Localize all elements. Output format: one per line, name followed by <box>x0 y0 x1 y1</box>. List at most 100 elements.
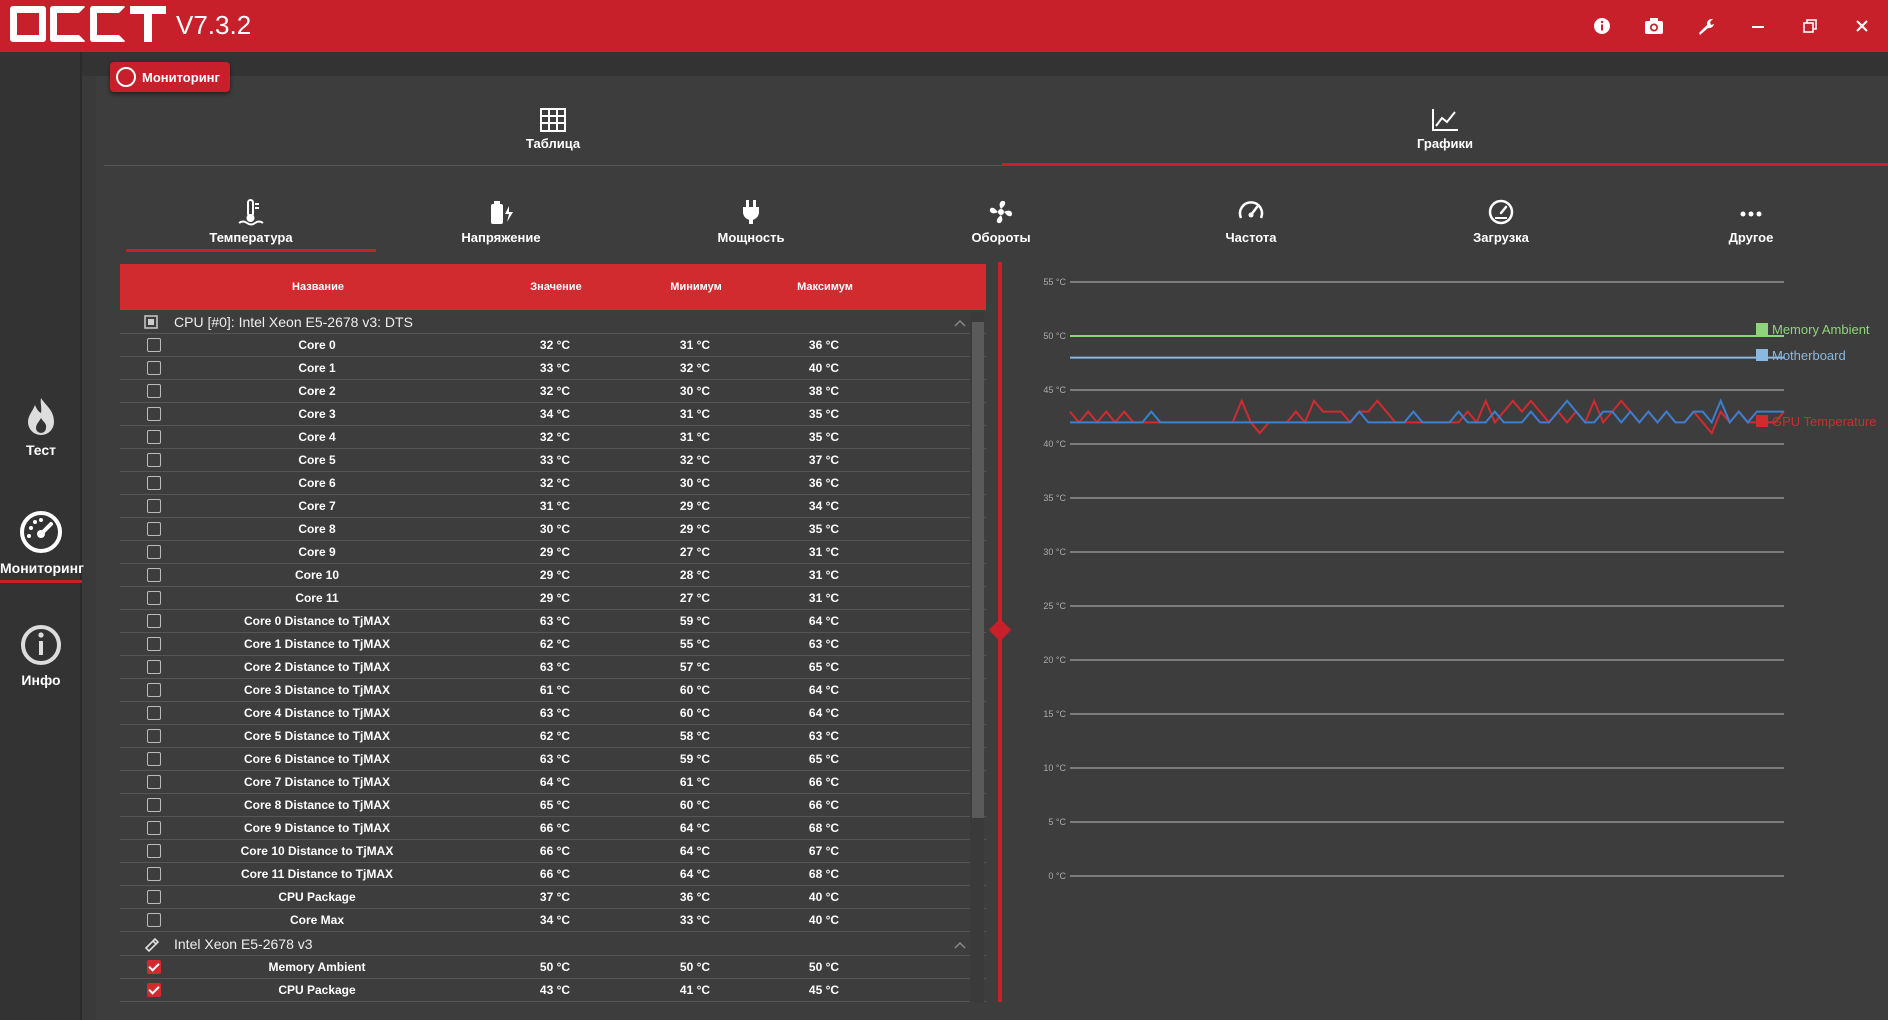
sensor-max: 64 °C <box>808 614 840 628</box>
sensor-max: 66 °C <box>808 798 840 812</box>
camera-icon[interactable] <box>1628 0 1680 52</box>
y-tick-label: 15 °C <box>1043 709 1066 719</box>
table-row[interactable]: Core 7 Distance to TjMAX 64 °C 61 °C 66 °C <box>120 771 986 794</box>
sensor-name: Core 3 <box>298 407 336 421</box>
sensor-name: Core 9 Distance to TjMAX <box>243 821 391 835</box>
table-row[interactable]: Core 9 29 °C 27 °C 31 °C <box>120 541 986 564</box>
wrench-icon[interactable] <box>1680 0 1732 52</box>
logo-letter-c2 <box>90 6 126 42</box>
tab-other[interactable]: Другое <box>1626 190 1876 252</box>
table-row[interactable]: Core 1 33 °C 32 °C 40 °C <box>120 357 986 380</box>
tab-table[interactable]: Таблица <box>104 96 1002 166</box>
table-row[interactable]: Core 5 33 °C 32 °C 37 °C <box>120 449 986 472</box>
sensor-min: 32 °C <box>679 361 711 375</box>
group-title: CPU [#0]: Intel Xeon E5-2678 v3: DTS <box>174 313 413 330</box>
group-header[interactable]: CPU [#0]: Intel Xeon E5-2678 v3: DTS <box>120 310 986 334</box>
sensor-name: Core 2 Distance to TjMAX <box>243 660 391 674</box>
legend-label[interactable]: Memory Ambient <box>1772 322 1870 337</box>
header-max[interactable]: Максимум <box>768 281 882 293</box>
sensor-value: 32 °C <box>539 384 571 398</box>
table-row[interactable]: Core 6 32 °C 30 °C 36 °C <box>120 472 986 495</box>
restore-button[interactable] <box>1784 0 1836 52</box>
sensor-name: Core 11 Distance to TjMAX <box>240 867 394 881</box>
info-icon[interactable] <box>1576 0 1628 52</box>
tab-temperature[interactable]: Температура <box>126 190 376 252</box>
nav-monitoring[interactable]: Мониторинг <box>0 510 84 583</box>
table-row[interactable]: Core 10 Distance to TjMAX 66 °C 64 °C 67 °C <box>120 840 986 863</box>
nav-test[interactable]: Тест <box>0 396 82 458</box>
table-row[interactable]: Core 7 31 °C 29 °C 34 °C <box>120 495 986 518</box>
tab-voltage-label: Напряжение <box>461 230 541 245</box>
table-row[interactable]: Core 4 32 °C 31 °C 35 °C <box>120 426 986 449</box>
row-checkbox[interactable] <box>147 960 161 974</box>
table-row[interactable]: Core 5 Distance to TjMAX 62 °C 58 °C 63 °C <box>120 725 986 748</box>
sensor-min: 31 °C <box>679 338 711 352</box>
table-scroll-thumb[interactable] <box>972 322 984 818</box>
sensor-name: Core Max <box>289 913 345 927</box>
header-name[interactable]: Название <box>148 281 488 293</box>
chevron-up-icon[interactable] <box>954 314 966 330</box>
sensor-max: 63 °C <box>808 729 840 743</box>
tab-frequency[interactable]: Частота <box>1126 190 1376 252</box>
table-row[interactable]: Core 0 32 °C 31 °C 36 °C <box>120 334 986 357</box>
legend-label[interactable]: GPU Temperature <box>1772 414 1877 429</box>
table-row[interactable]: Core 10 29 °C 28 °C 31 °C <box>120 564 986 587</box>
nav-info[interactable]: Инфо <box>0 624 82 688</box>
header-min[interactable]: Минимум <box>624 281 768 293</box>
sensor-min: 61 °C <box>679 775 711 789</box>
legend-icon <box>1756 349 1768 361</box>
sensor-min: 28 °C <box>679 568 711 582</box>
table-row[interactable]: Core 8 30 °C 29 °C 35 °C <box>120 518 986 541</box>
group-header[interactable]: Intel Xeon E5-2678 v3 <box>120 932 986 956</box>
table-row[interactable]: CPU Package 37 °C 36 °C 40 °C <box>120 886 986 909</box>
table-row[interactable]: Core 8 Distance to TjMAX 65 °C 60 °C 66 °C <box>120 794 986 817</box>
legend-label[interactable]: Motherboard <box>1772 348 1846 363</box>
sensor-min: 57 °C <box>679 660 711 674</box>
header-value[interactable]: Значение <box>488 281 624 293</box>
table-row[interactable]: Core 11 29 °C 27 °C 31 °C <box>120 587 986 610</box>
sensor-min: 30 °C <box>679 384 711 398</box>
table-row[interactable]: Core 3 34 °C 31 °C 35 °C <box>120 403 986 426</box>
table-row[interactable]: Core 4 Distance to TjMAX 63 °C 60 °C 64 °C <box>120 702 986 725</box>
table-row[interactable]: CPU Package 43 °C 41 °C 45 °C <box>120 979 986 1002</box>
table-row[interactable]: Core 2 32 °C 30 °C 38 °C <box>120 380 986 403</box>
tab-load[interactable]: Загрузка <box>1376 190 1626 252</box>
sensor-max: 38 °C <box>808 384 840 398</box>
y-tick-label: 50 °C <box>1043 331 1066 341</box>
table-row[interactable]: Core 1 Distance to TjMAX 62 °C 55 °C 63 °C <box>120 633 986 656</box>
table-row[interactable]: Core 6 Distance to TjMAX 63 °C 59 °C 65 °C <box>120 748 986 771</box>
sensor-value: 66 °C <box>539 844 571 858</box>
sensor-max: 31 °C <box>808 568 840 582</box>
table-row[interactable]: Core Max 34 °C 33 °C 40 °C <box>120 909 986 932</box>
sensor-value: 29 °C <box>539 545 571 559</box>
chevron-up-icon[interactable] <box>954 936 966 952</box>
left-sidebar: Тест Мониторинг Инфо <box>0 52 84 1020</box>
sensor-name: Core 2 <box>298 384 336 398</box>
occt-logo <box>10 6 166 44</box>
sensor-name: Core 10 Distance to TjMAX <box>240 844 394 858</box>
tab-power[interactable]: Мощность <box>626 190 876 252</box>
sensor-value: 50 °C <box>539 960 571 974</box>
logo-letter-o <box>10 6 46 42</box>
y-tick-label: 5 °C <box>1048 817 1066 827</box>
row-checkbox[interactable] <box>147 983 161 997</box>
table-row[interactable]: Core 9 Distance to TjMAX 66 °C 64 °C 68 °C <box>120 817 986 840</box>
minimize-button[interactable] <box>1732 0 1784 52</box>
table-row[interactable]: Memory Ambient 50 °C 50 °C 50 °C <box>120 956 986 979</box>
sensor-max: 40 °C <box>808 890 840 904</box>
table-row[interactable]: Core 3 Distance to TjMAX 61 °C 60 °C 64 °C <box>120 679 986 702</box>
temperature-chart: 0 °C 5 °C 10 °C 15 °C 20 °C 25 °C 30 °C 35 °C 40… <box>1043 277 1877 881</box>
sensor-min: 64 °C <box>679 867 711 881</box>
table-row[interactable]: Core 0 Distance to TjMAX 63 °C 59 °C 64 °C <box>120 610 986 633</box>
table-row[interactable]: Core 11 Distance to TjMAX 66 °C 64 °C 68 °C <box>120 863 986 886</box>
flame-icon <box>28 398 54 435</box>
tab-voltage[interactable]: Напряжение <box>376 190 626 252</box>
sensor-min: 36 °C <box>679 890 711 904</box>
table-row[interactable]: Core 2 Distance to TjMAX 63 °C 57 °C 65 °C <box>120 656 986 679</box>
sensor-name: Core 6 <box>298 476 336 490</box>
battery-bolt-icon <box>491 201 513 224</box>
sensor-value: 29 °C <box>539 568 571 582</box>
close-button[interactable] <box>1836 0 1888 52</box>
tab-graphs[interactable]: Графики <box>1002 96 1888 166</box>
tab-fans[interactable]: Обороты <box>876 190 1126 252</box>
